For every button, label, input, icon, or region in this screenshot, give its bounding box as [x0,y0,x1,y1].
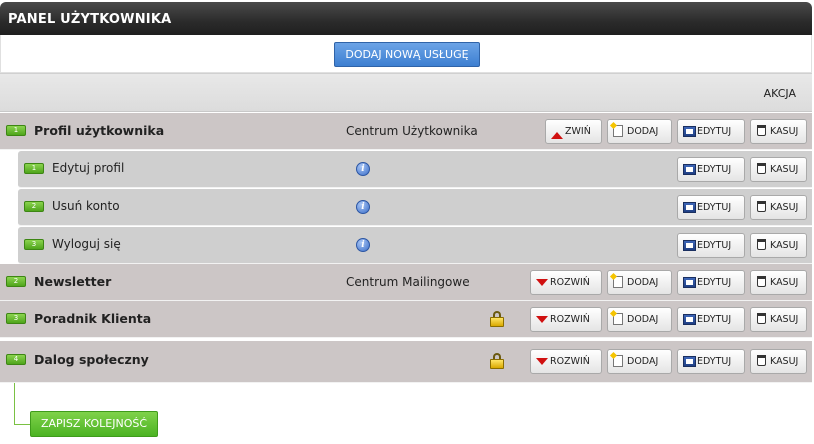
add-button[interactable]: DODAJ [607,270,672,295]
edit-button[interactable]: EDYTUJ [677,157,745,182]
tree-connector [14,383,30,425]
sub-item-title: Wyloguj się [52,237,121,251]
new-document-icon [613,125,623,137]
lock-icon [490,353,504,370]
help-icon[interactable]: i [356,162,370,176]
order-badge: 3 [6,313,26,324]
order-badge: 4 [6,354,26,365]
edit-icon [683,240,696,251]
service-title: Dalog społeczny [34,352,149,367]
trash-icon [757,239,766,250]
service-center: Centrum Użytkownika [346,124,478,138]
delete-button[interactable]: KASUJ [750,270,807,295]
order-badge: 1 [24,163,44,174]
collapse-button[interactable]: ZWIŃ [545,119,602,144]
edit-button[interactable]: EDYTUJ [677,307,745,332]
edit-button[interactable]: EDYTUJ [677,195,745,220]
table-row[interactable]: 3 Poradnik Klienta ROZWIŃ DODAJ EDYTUJ K… [0,301,812,338]
edit-button[interactable]: EDYTUJ [677,349,745,374]
delete-button[interactable]: KASUJ [750,157,807,182]
delete-button[interactable]: KASUJ [750,233,807,258]
lock-icon [490,311,504,328]
save-order-button[interactable]: ZAPISZ KOLEJNOŚĆ [30,411,158,437]
service-title: Profil użytkownika [34,123,165,138]
add-service-button[interactable]: DODAJ NOWĄ USŁUGĘ [334,42,480,67]
arrow-down-icon [536,358,548,370]
table-row[interactable]: 1 Edytuj profil i EDYTUJ KASUJ [18,151,812,188]
add-button[interactable]: DODAJ [607,307,672,332]
trash-icon [757,163,766,174]
new-document-icon [613,355,623,367]
service-title: Newsletter [34,274,112,289]
arrow-down-icon [536,316,548,328]
table-row[interactable]: 1 Profil użytkownika Centrum Użytkownika… [0,113,812,150]
help-icon[interactable]: i [356,238,370,252]
edit-icon [683,164,696,175]
sub-item-title: Edytuj profil [52,161,125,175]
trash-icon [757,276,766,287]
edit-icon [683,356,696,367]
delete-button[interactable]: KASUJ [750,349,807,374]
order-badge: 3 [24,239,44,250]
trash-icon [757,355,766,366]
delete-button[interactable]: KASUJ [750,119,807,144]
arrow-down-icon [536,279,548,291]
expand-button[interactable]: ROZWIŃ [530,307,602,332]
table-row[interactable]: 2 Usuń konto i EDYTUJ KASUJ [18,189,812,226]
action-column-header: AKCJA [763,87,796,100]
table-row[interactable]: 3 Wyloguj się i EDYTUJ KASUJ [18,227,812,264]
table-row[interactable]: 2 Newsletter Centrum Mailingowe ROZWIŃ D… [0,264,812,301]
delete-button[interactable]: KASUJ [750,307,807,332]
service-title: Poradnik Klienta [34,311,152,326]
order-badge: 1 [6,125,26,136]
trash-icon [757,125,766,136]
arrow-up-icon [551,127,563,139]
add-service-area: DODAJ NOWĄ USŁUGĘ [0,35,812,73]
panel-title: PANEL UŻYTKOWNIKA [8,12,172,27]
panel-header: PANEL UŻYTKOWNIKA [0,2,812,35]
delete-button[interactable]: KASUJ [750,195,807,220]
edit-button[interactable]: EDYTUJ [677,233,745,258]
edit-button[interactable]: EDYTUJ [677,270,745,295]
edit-icon [683,126,696,137]
add-button[interactable]: DODAJ [607,349,672,374]
edit-icon [683,202,696,213]
order-badge: 2 [6,276,26,287]
edit-icon [683,314,696,325]
new-document-icon [613,313,623,325]
help-icon[interactable]: i [356,200,370,214]
new-document-icon [613,276,623,288]
trash-icon [757,201,766,212]
expand-button[interactable]: ROZWIŃ [530,270,602,295]
edit-button[interactable]: EDYTUJ [677,119,745,144]
trash-icon [757,313,766,324]
table-row[interactable]: 4 Dalog społeczny ROZWIŃ DODAJ EDYTUJ KA… [0,341,812,383]
add-button[interactable]: DODAJ [607,119,672,144]
edit-icon [683,277,696,288]
order-badge: 2 [24,201,44,212]
service-center: Centrum Mailingowe [346,275,470,289]
table-header: AKCJA [0,73,812,112]
sub-item-title: Usuń konto [52,199,120,213]
expand-button[interactable]: ROZWIŃ [530,349,602,374]
